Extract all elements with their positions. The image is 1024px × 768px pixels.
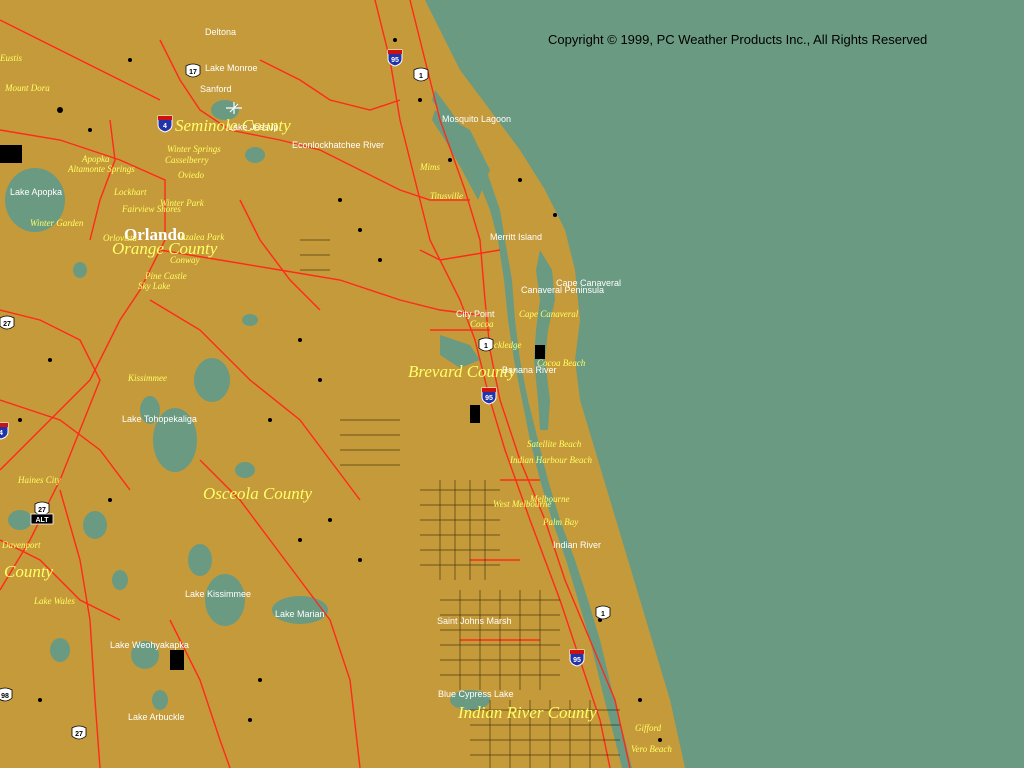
town-lockhart: Lockhart — [113, 187, 147, 197]
town-lake-wales: Lake Wales — [33, 596, 75, 606]
place-mosquito-lagoon: Mosquito Lagoon — [442, 114, 511, 124]
town-winter-springs: Winter Springs — [167, 144, 221, 154]
svg-text:27: 27 — [38, 507, 46, 514]
place-city-point: City Point — [456, 309, 495, 319]
place-lake-marian: Lake Marian — [275, 609, 325, 619]
svg-text:95: 95 — [573, 657, 581, 664]
weather-map: Seminole County Orange County Brevard Co… — [0, 0, 1024, 768]
town-titusville: Titusville — [430, 191, 463, 201]
town-apopka: Apopka — [81, 154, 110, 164]
place-econlockhatchee: Econlockhatchee River — [292, 140, 384, 150]
place-lake-weohyakapka: Lake Weohyakapka — [110, 640, 189, 650]
interstate-95-shield-mid: 95 — [481, 387, 497, 405]
interstate-95-shield-south: 95 — [569, 649, 585, 667]
town-altamonte: Altamonte Springs — [67, 164, 135, 174]
interstate-4-shield-seminole: 4 — [157, 115, 173, 133]
us-27-shield-mid: 27 — [34, 501, 50, 516]
town-casselberry: Casselberry — [165, 155, 209, 165]
svg-text:17: 17 — [189, 69, 197, 76]
us-1-shield-north: 1 — [413, 67, 429, 82]
town-kissimmee: Kissimmee — [127, 373, 167, 383]
town-winter-garden: Winter Garden — [30, 218, 84, 228]
place-lake-jessup: Lake Jessup — [228, 122, 279, 132]
svg-text:98: 98 — [1, 693, 9, 700]
svg-text:95: 95 — [391, 57, 399, 64]
place-merritt-island: Merritt Island — [490, 232, 542, 242]
county-osceola: Osceola County — [203, 484, 313, 503]
county-indian-river: Indian River County — [457, 703, 597, 722]
county-brevard: Brevard County — [408, 362, 516, 381]
town-oviedo: Oviedo — [178, 170, 204, 180]
us-27-shield-south: 27 — [71, 725, 87, 740]
copyright-notice: Copyright © 1999, PC Weather Products In… — [548, 32, 927, 47]
town-eustis: Eustis — [0, 53, 23, 63]
town-cocoa-beach: Cocoa Beach — [537, 358, 586, 368]
town-winter-park: Winter Park — [160, 198, 205, 208]
town-pine-castle: Pine Castle — [144, 271, 187, 281]
svg-text:95: 95 — [485, 395, 493, 402]
town-vero-beach: Vero Beach — [631, 744, 672, 754]
town-indian-harbour: Indian Harbour Beach — [509, 455, 592, 465]
us-27-alt-shield: ALT — [30, 513, 54, 525]
place-canaveral-peninsula: Canaveral Peninsula — [521, 285, 604, 295]
town-orlovista: Orlovista — [103, 233, 138, 243]
us-27-shield-north: 27 — [0, 315, 15, 330]
place-lake-apopka: Lake Apopka — [10, 187, 62, 197]
county-polk: County — [4, 562, 54, 581]
town-davenport: Davenport — [1, 540, 41, 550]
town-gifford: Gifford — [635, 723, 662, 733]
svg-text:1: 1 — [601, 611, 605, 618]
place-deltona: Deltona — [205, 27, 236, 37]
town-haines-city: Haines City — [17, 475, 61, 485]
town-cocoa: Cocoa — [470, 319, 494, 329]
town-sky-lake: Sky Lake — [138, 281, 170, 291]
town-mims: Mims — [419, 162, 440, 172]
svg-text:1: 1 — [484, 343, 488, 350]
town-mount-dora: Mount Dora — [4, 83, 50, 93]
svg-text:27: 27 — [75, 731, 83, 738]
place-lake-tohopekaliga: Lake Tohopekaliga — [122, 414, 197, 424]
interstate-95-shield-north: 95 — [387, 49, 403, 67]
place-sanford: Sanford — [200, 84, 232, 94]
town-palm-bay: Palm Bay — [542, 517, 578, 527]
us-17-shield: 17 — [185, 63, 201, 78]
svg-text:4: 4 — [0, 430, 3, 437]
us-1-shield-mid: 1 — [478, 337, 494, 352]
svg-text:1: 1 — [419, 73, 423, 80]
place-indian-river: Indian River — [553, 540, 601, 550]
town-satellite-beach: Satellite Beach — [527, 439, 582, 449]
town-azalea-park: Azalea Park — [179, 232, 225, 242]
town-cape-canaveral: Cape Canaveral — [519, 309, 579, 319]
town-conway: Conway — [170, 255, 200, 265]
svg-text:27: 27 — [3, 321, 11, 328]
town-west-melbourne: West Melbourne — [493, 499, 551, 509]
place-saint-johns-marsh: Saint Johns Marsh — [437, 616, 512, 626]
svg-text:4: 4 — [163, 123, 167, 130]
place-lake-arbuckle: Lake Arbuckle — [128, 712, 185, 722]
us-98-shield: 98 — [0, 687, 13, 702]
place-lake-monroe: Lake Monroe — [205, 63, 258, 73]
place-blue-cypress-lake: Blue Cypress Lake — [438, 689, 514, 699]
us-1-shield-south: 1 — [595, 605, 611, 620]
place-lake-kissimmee: Lake Kissimmee — [185, 589, 251, 599]
svg-text:ALT: ALT — [35, 517, 49, 524]
